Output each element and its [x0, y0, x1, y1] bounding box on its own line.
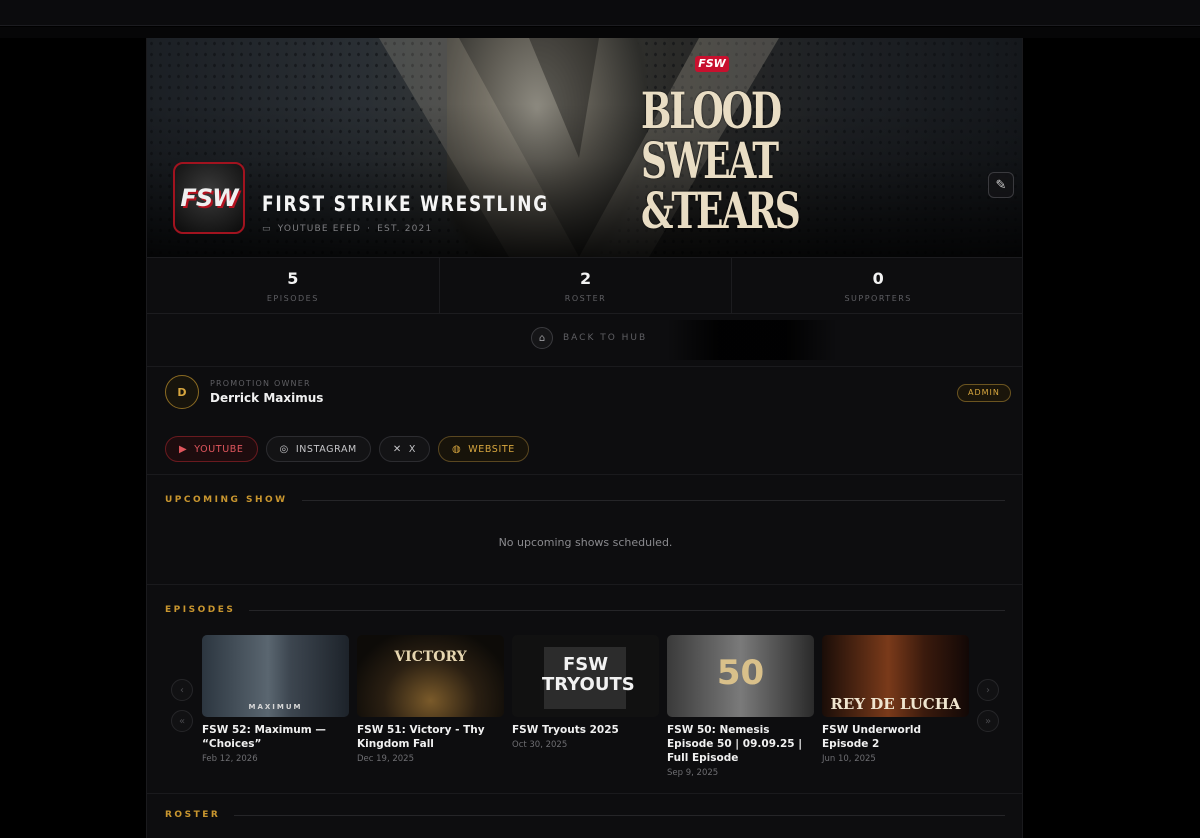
youtube-link[interactable]: ▶ YOUTUBE: [165, 436, 258, 462]
banner-brand-logo: FSW: [695, 56, 729, 72]
edit-banner-button[interactable]: ✎: [988, 172, 1014, 198]
owner-name[interactable]: Derrick Maximus: [210, 391, 323, 405]
carousel-first-button[interactable]: «: [171, 710, 193, 732]
globe-icon: ◍: [451, 443, 462, 455]
promotion-banner: FSW BLOOD SWEAT &TEARS FSW FIRST STRIKE …: [147, 38, 1022, 257]
owner-role-label: PROMOTION OWNER: [210, 379, 311, 388]
x-link[interactable]: ✕ X: [378, 436, 430, 462]
skip-start-icon: «: [178, 715, 186, 727]
social-links: ▶ YOUTUBE ◎ INSTAGRAM ✕ X ◍ WEBSITE: [165, 436, 529, 462]
episodes-heading: EPISODES: [165, 605, 1005, 615]
instagram-icon: ◎: [279, 443, 289, 455]
episode-card[interactable]: MAXIMUM FSW 52: Maximum — “Choices” Feb …: [202, 635, 349, 764]
back-to-hub-link[interactable]: ⌂ BACK TO HUB: [531, 327, 647, 349]
home-icon: ⌂: [531, 327, 553, 349]
episode-thumbnail: VICTORY: [357, 635, 504, 717]
carousel-next-button[interactable]: ›: [977, 679, 999, 701]
upcoming-show-heading: UPCOMING SHOW: [165, 495, 1005, 505]
promotion-established: EST. 2021: [377, 224, 433, 234]
episode-date: Feb 12, 2026: [202, 754, 258, 764]
section-divider: [147, 474, 1022, 475]
episode-title: FSW 50: Nemesis Episode 50 | 09.09.25 | …: [667, 724, 803, 764]
episodes-carousel: ‹ « › » MAXIMUM FSW 52: Maximum — “Choic…: [147, 635, 1022, 778]
promotion-meta: ▭ YOUTUBE EFED · EST. 2021: [262, 224, 432, 234]
episode-thumbnail: FSW TRYOUTS: [512, 635, 659, 717]
section-divider: [147, 793, 1022, 794]
instagram-link[interactable]: ◎ INSTAGRAM: [265, 436, 371, 462]
episode-date: Oct 30, 2025: [512, 740, 568, 750]
episode-title: FSW Underworld Episode 2: [822, 724, 921, 750]
browser-top-bar: [0, 0, 1200, 26]
hover-shadow: [667, 320, 837, 360]
chevron-right-icon: ›: [986, 684, 990, 696]
promotion-name: FIRST STRIKE WRESTLING: [262, 192, 550, 216]
episode-date: Jun 10, 2025: [822, 754, 876, 764]
admin-badge: ADMIN: [957, 384, 1011, 402]
stat-supporters: 0 SUPPORTERS: [844, 269, 912, 303]
no-upcoming-message: No upcoming shows scheduled.: [498, 536, 673, 549]
owner-avatar[interactable]: D: [165, 375, 199, 409]
youtube-icon: ▶: [179, 443, 188, 455]
meta-separator: ·: [367, 224, 372, 234]
promotion-logo: FSW: [173, 162, 245, 234]
x-icon: ✕: [392, 443, 402, 455]
episode-title: FSW 51: Victory - Thy Kingdom Fall: [357, 724, 485, 750]
banner-event-title: BLOOD SWEAT &TEARS: [641, 81, 801, 240]
episode-date: Dec 19, 2025: [357, 754, 415, 764]
promotion-page: FSW BLOOD SWEAT &TEARS FSW FIRST STRIKE …: [146, 38, 1023, 838]
edit-icon: ✎: [995, 177, 1007, 193]
episode-title: FSW Tryouts 2025: [512, 724, 619, 736]
episode-card[interactable]: REY DE LUCHA FSW Underworld Episode 2 Ju…: [822, 635, 969, 764]
skip-end-icon: »: [984, 715, 992, 727]
episode-title: FSW 52: Maximum — “Choices”: [202, 724, 326, 750]
episode-thumbnail: 50: [667, 635, 814, 717]
carousel-prev-button[interactable]: ‹: [171, 679, 193, 701]
tv-icon: ▭: [262, 224, 272, 234]
stat-roster: 2 ROSTER: [440, 258, 733, 313]
episode-thumbnail: REY DE LUCHA: [822, 635, 969, 717]
promotion-owner: D PROMOTION OWNER Derrick Maximus ADMIN: [147, 366, 1022, 418]
roster-heading: ROSTER: [165, 810, 1005, 820]
section-divider: [147, 584, 1022, 585]
carousel-last-button[interactable]: »: [977, 710, 999, 732]
stat-episodes: 5 EPISODES: [147, 258, 440, 313]
promotion-type: YOUTUBE EFED: [277, 224, 362, 234]
promotion-stats: 5 EPISODES 2 ROSTER 0 SUPPORTERS: [147, 257, 1022, 314]
browser-sub-bar: [0, 27, 1200, 38]
episode-date: Sep 9, 2025: [667, 768, 719, 778]
chevron-left-icon: ‹: [180, 684, 184, 696]
episode-card[interactable]: FSW TRYOUTS FSW Tryouts 2025 Oct 30, 202…: [512, 635, 659, 750]
episode-card[interactable]: VICTORY FSW 51: Victory - Thy Kingdom Fa…: [357, 635, 504, 764]
episode-thumbnail: MAXIMUM: [202, 635, 349, 717]
episode-card[interactable]: 50 FSW 50: Nemesis Episode 50 | 09.09.25…: [667, 635, 814, 778]
website-link[interactable]: ◍ WEBSITE: [437, 436, 529, 462]
